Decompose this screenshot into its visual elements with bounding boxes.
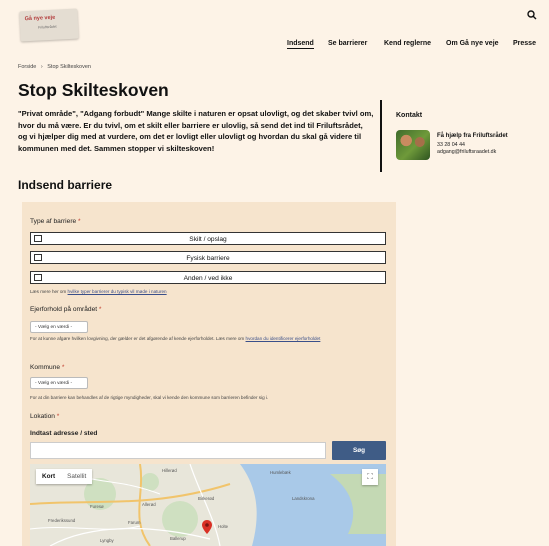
type-help-link[interactable]: hvilke typer barrierer du typisk vil mød… [68,289,167,294]
owner-select[interactable]: - Vælg en værdi - [30,321,88,333]
map-place: Furesø [90,504,104,509]
map-place: Allerød [142,502,156,507]
address-label: Indtast adresse / sted [30,430,98,437]
barrier-form: Type af barriere * Skilt / opslag Fysisk… [22,202,396,546]
breadcrumb-separator: › [40,64,43,70]
map-place: Hillerød [162,468,177,473]
checkbox-label: Anden / ved ikke [183,274,233,282]
contact-name: Få hjælp fra Friluftsrådet [437,133,508,139]
contact-heading: Kontakt [396,112,423,119]
site-logo[interactable]: Gå nye veje Friluftsrådet [19,8,79,42]
map[interactable]: Hillerød Allerød Birkerød Farum Holte Fr… [30,464,386,546]
divider [380,100,382,172]
checkbox-label: Fysisk barriere [186,254,230,262]
checkbox-fysisk[interactable]: Fysisk barriere [30,251,386,264]
fullscreen-icon[interactable]: ⛶ [362,469,378,485]
breadcrumb-current: Stop Skilteskoven [47,64,91,70]
location-label: Lokation * [30,413,60,420]
section-title: Indsend barriere [18,178,113,192]
contact-photo [396,130,430,160]
search-button[interactable]: Søg [332,441,386,460]
page-title: Stop Skilteskoven [18,80,169,100]
nav-presse[interactable]: Presse [513,40,536,47]
map-marker-icon[interactable] [202,520,212,534]
nav-se-barrierer[interactable]: Se barrierer [328,40,367,47]
nav-kend-reglerne[interactable]: Kend reglerne [384,40,431,47]
map-place: Landskrona [292,496,315,501]
map-place: Holte [218,524,229,529]
kommune-label: Kommune * [30,364,65,371]
checkbox-anden[interactable]: Anden / ved ikke [30,271,386,284]
map-place: Farum [128,520,141,525]
checkbox-skilt[interactable]: Skilt / opslag [30,232,386,245]
contact-email[interactable]: adgang@friluftsraadet.dk [437,149,496,155]
map-type-tabs: Kort Satellit [36,469,93,484]
logo-subtext: Friluftsrådet [38,24,57,30]
kommune-select[interactable]: - Vælg en værdi - [30,377,88,389]
nav-om-gaa-nye-veje[interactable]: Om Gå nye veje [446,40,499,47]
logo-text: Gå nye veje [24,14,56,23]
map-place: Humlebæk [270,470,291,475]
type-help: Læs mere her om hvilke typer barrierer d… [30,289,167,294]
intro-text: "Privat område", "Adgang forbudt" Mange … [18,109,374,153]
owner-label: Ejerforhold på området * [30,306,102,313]
map-place: Lyngby [100,538,114,543]
required-mark: * [78,218,81,225]
map-place: Ballerup [170,536,186,541]
owner-help: For at kunne afgøre hvilken lovgivning, … [30,336,321,341]
kommune-help: For at din barriere kan behandles af de … [30,395,269,400]
type-label: Type af barriere * [30,218,81,225]
map-place: Frederikssund [48,518,76,523]
search-icon[interactable] [526,9,538,21]
nav-indsend[interactable]: Indsend [287,40,314,49]
breadcrumb: Forside › Stop Skilteskoven [18,64,94,70]
main-navigation: Indsend Se barrierer Kend reglerne Om Gå… [0,40,549,52]
contact-phone[interactable]: 33 28 04 44 [437,142,465,148]
map-tab-kort[interactable]: Kort [36,469,61,484]
checkbox-label: Skilt / opslag [189,235,227,243]
breadcrumb-home[interactable]: Forside [18,64,36,70]
map-tab-satellit[interactable]: Satellit [61,469,92,484]
address-input[interactable] [30,442,326,459]
map-place: Birkerød [198,496,215,501]
owner-help-link[interactable]: hvordan du identificerer ejerforholdet [246,336,321,341]
